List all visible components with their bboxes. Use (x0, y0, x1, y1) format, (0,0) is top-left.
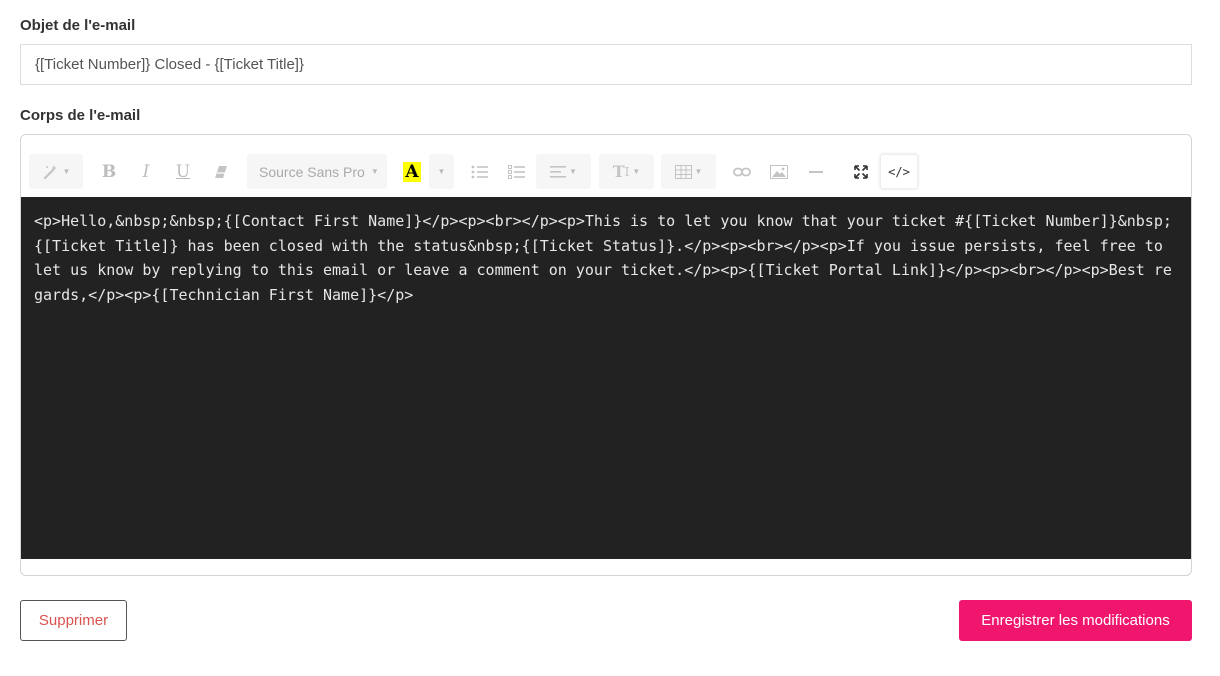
subject-label: Objet de l'e-mail (20, 17, 136, 34)
font-family-label: Source Sans Pro (259, 163, 365, 180)
font-family-dropdown[interactable]: Source Sans Pro ▼ (247, 154, 387, 189)
code-view-label: </> (888, 164, 910, 179)
picture-icon[interactable] (764, 154, 794, 189)
html-code-editor[interactable]: <p>Hello,&nbsp;&nbsp;{[Contact First Nam… (21, 197, 1191, 559)
rich-text-editor: ▼ B I U Source Sans Pro ▼ A ▼ ▼ T I ▼ ▼ … (20, 134, 1192, 576)
ordered-list-icon[interactable] (502, 154, 532, 189)
table-icon[interactable]: ▼ (661, 154, 716, 189)
code-view-icon[interactable]: </> (880, 154, 918, 189)
text-color-icon[interactable]: A (397, 154, 427, 189)
magic-wand-icon[interactable]: ▼ (29, 154, 83, 189)
italic-icon[interactable]: I (130, 154, 162, 189)
subject-input[interactable] (20, 44, 1192, 85)
delete-button[interactable]: Supprimer (20, 600, 127, 641)
align-icon[interactable]: ▼ (536, 154, 591, 189)
editor-toolbar: ▼ B I U Source Sans Pro ▼ A ▼ ▼ T I ▼ ▼ … (21, 135, 1191, 197)
body-label: Corps de l'e-mail (20, 107, 141, 124)
save-changes-button[interactable]: Enregistrer les modifications (959, 600, 1192, 641)
link-icon[interactable] (727, 154, 757, 189)
bold-icon[interactable]: B (93, 154, 125, 189)
unordered-list-icon[interactable] (465, 154, 495, 189)
text-color-dropdown[interactable]: ▼ (429, 154, 454, 189)
font-size-icon[interactable]: TI ▼ (599, 154, 654, 189)
fullscreen-icon[interactable] (846, 154, 876, 189)
horizontal-rule-icon[interactable] (801, 154, 831, 189)
underline-icon[interactable]: U (167, 154, 199, 189)
eraser-icon[interactable] (205, 154, 237, 189)
